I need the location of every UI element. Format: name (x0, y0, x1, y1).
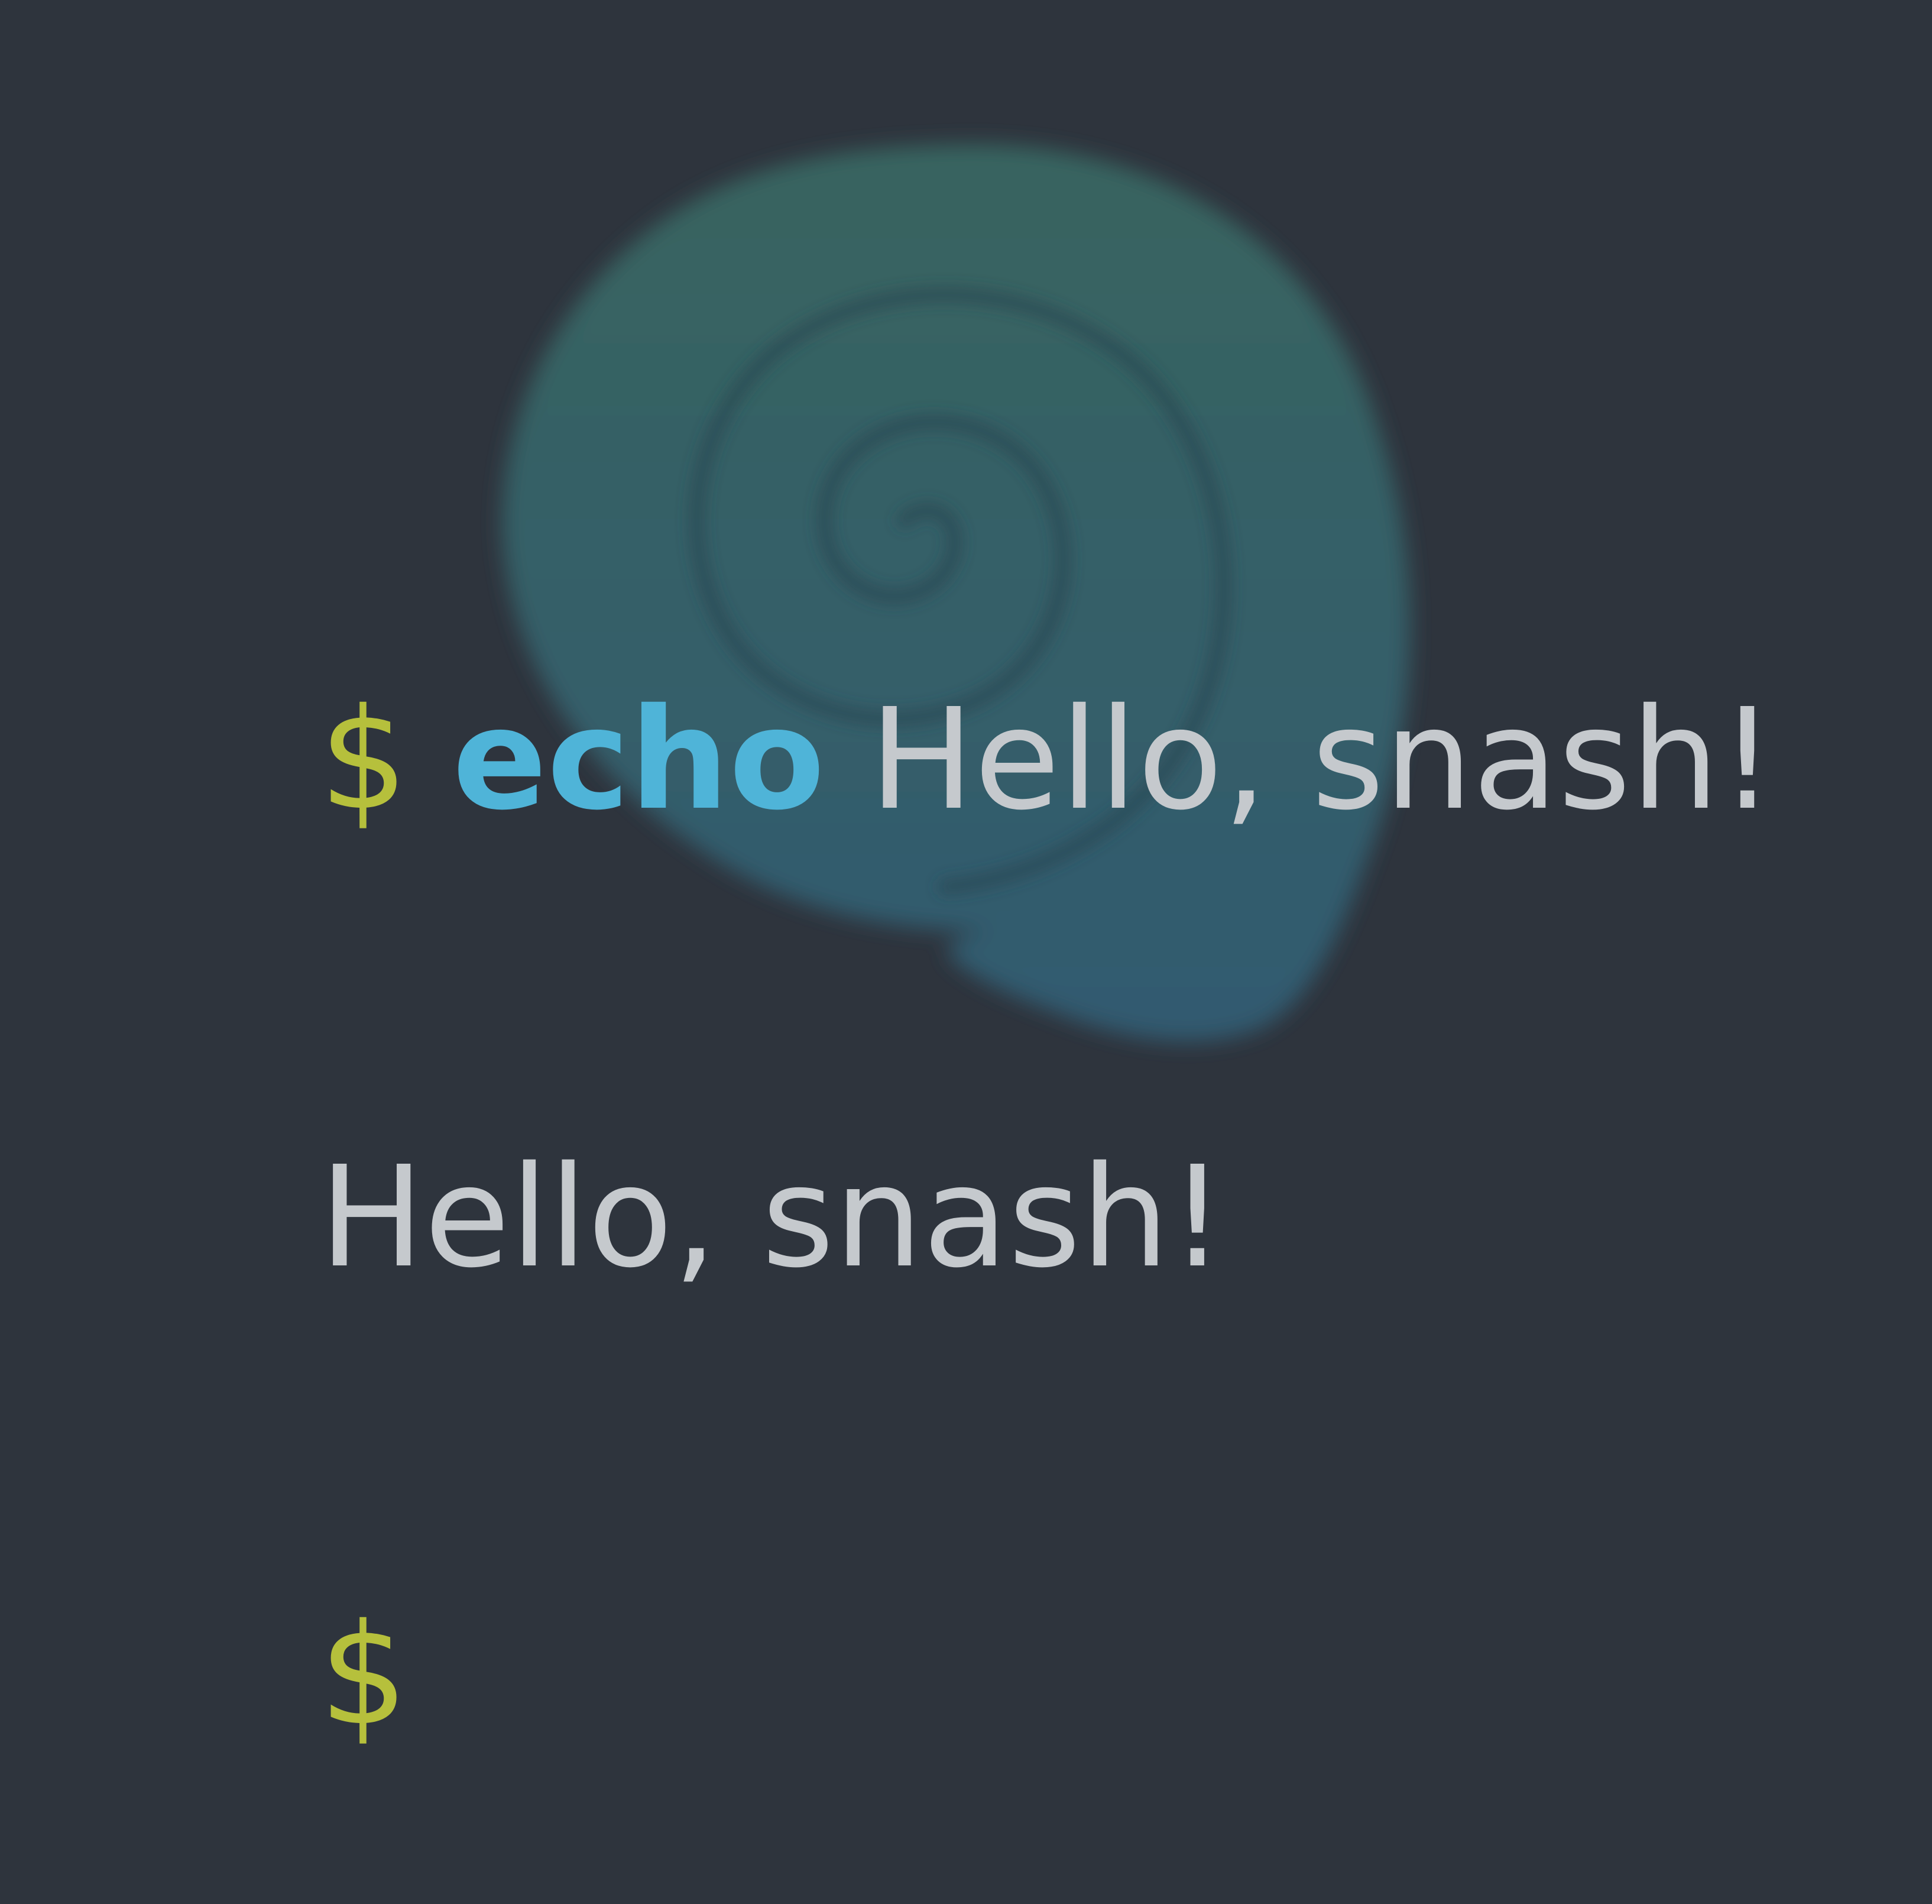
prompt-symbol: $ (319, 678, 409, 841)
terminal-output: $ echo Hello, snash! Hello, snash! $ (319, 378, 1775, 1904)
output-text: Hello, snash! (319, 1136, 1226, 1299)
command-arguments: Hello, snash! (869, 678, 1775, 841)
prompt-symbol: $ (319, 1594, 409, 1756)
input-line[interactable]: $ (319, 1599, 1775, 1751)
command-line: $ echo Hello, snash! (319, 684, 1775, 836)
command-keyword: echo (452, 678, 825, 841)
